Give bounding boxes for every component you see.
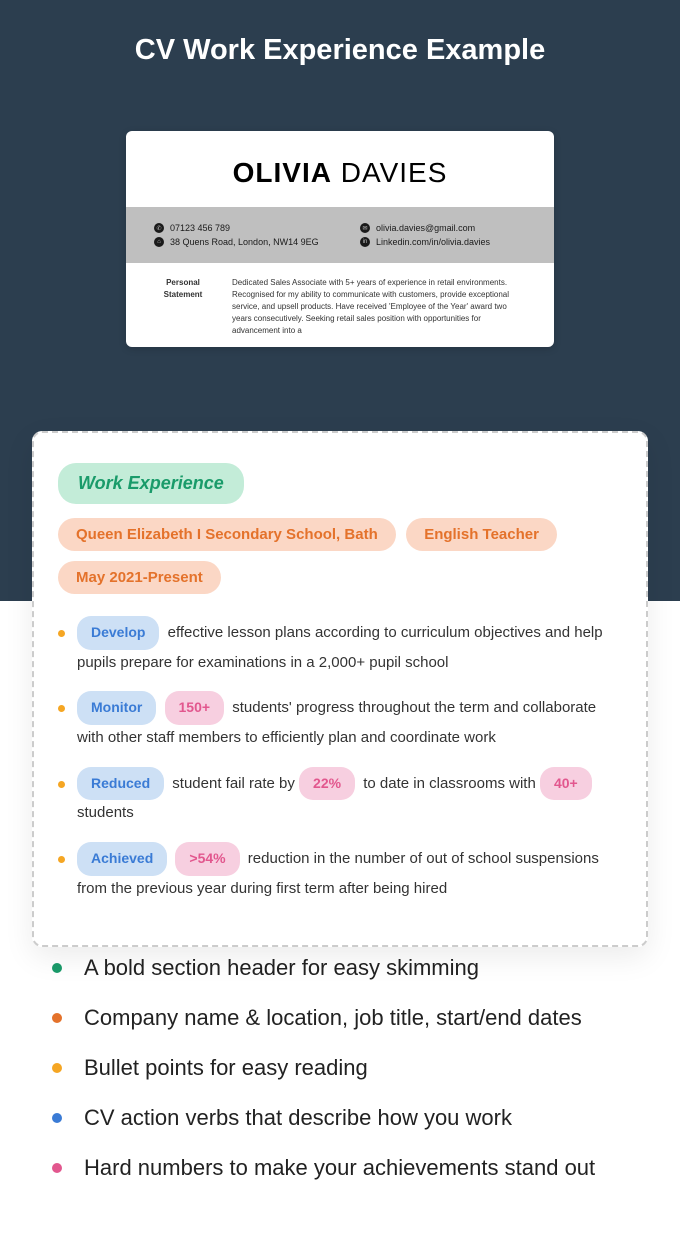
bullet-text: Achieved >54% reduction in the number of… bbox=[77, 842, 622, 901]
bullet-2: Monitor 150+ students' progress througho… bbox=[58, 691, 622, 750]
action-verb-chip: Develop bbox=[77, 616, 159, 650]
legend-dot-icon bbox=[52, 1013, 62, 1023]
legend-item: A bold section header for easy skimming bbox=[52, 955, 628, 981]
legend-text: Company name & location, job title, star… bbox=[84, 1005, 582, 1031]
dates-pill: May 2021-Present bbox=[58, 561, 221, 594]
pill-row-1: Work Experience bbox=[58, 459, 622, 508]
overlay-card: Work Experience Queen Elizabeth I Second… bbox=[32, 431, 648, 947]
legend-item: CV action verbs that describe how you wo… bbox=[52, 1105, 628, 1131]
first-name: OLIVIA bbox=[233, 157, 332, 188]
contact-address: ⌂ 38 Quens Road, London, NW14 9EG bbox=[154, 237, 320, 247]
number-chip: 22% bbox=[299, 767, 355, 801]
bullet-dot-icon bbox=[58, 856, 65, 863]
bullet-text: Monitor 150+ students' progress througho… bbox=[77, 691, 622, 750]
bullets: Develop effective lesson plans according… bbox=[58, 616, 622, 901]
contact-phone: ✆ 07123 456 789 bbox=[154, 223, 320, 233]
legend-dot-icon bbox=[52, 1163, 62, 1173]
email-icon: ✉ bbox=[360, 223, 370, 233]
bullet-3: Reduced student fail rate by 22% to date… bbox=[58, 767, 622, 826]
contact-band: ✆ 07123 456 789 ⌂ 38 Quens Road, London,… bbox=[126, 207, 554, 263]
legend-dot-icon bbox=[52, 963, 62, 973]
bullet-tail: students bbox=[77, 804, 134, 821]
bullet-text: Reduced student fail rate by 22% to date… bbox=[77, 767, 622, 826]
legend-dot-icon bbox=[52, 1113, 62, 1123]
header-band: CV Work Experience Example bbox=[0, 0, 680, 91]
linkedin-icon: in bbox=[360, 237, 370, 247]
linkedin-text: Linkedin.com/in/olivia.davies bbox=[376, 237, 490, 247]
legend-item: Bullet points for easy reading bbox=[52, 1055, 628, 1081]
bullet-mid2: to date in classrooms with bbox=[359, 775, 540, 792]
legend-text: CV action verbs that describe how you wo… bbox=[84, 1105, 512, 1131]
dark-band: OLIVIA DAVIES ✆ 07123 456 789 ⌂ 38 Quens… bbox=[0, 91, 680, 601]
section-header-pill: Work Experience bbox=[58, 463, 244, 504]
bullet-1: Develop effective lesson plans according… bbox=[58, 616, 622, 675]
resume-name: OLIVIA DAVIES bbox=[126, 131, 554, 207]
number-chip: 40+ bbox=[540, 767, 592, 801]
bullet-4: Achieved >54% reduction in the number of… bbox=[58, 842, 622, 901]
contact-email: ✉ olivia.davies@gmail.com bbox=[360, 223, 526, 233]
phone-text: 07123 456 789 bbox=[170, 223, 230, 233]
pill-row-3: May 2021-Present bbox=[58, 557, 622, 598]
number-chip: 150+ bbox=[165, 691, 225, 725]
statement-text: Dedicated Sales Associate with 5+ years … bbox=[232, 277, 526, 337]
legend-item: Hard numbers to make your achievements s… bbox=[52, 1155, 628, 1181]
bullet-mid: student fail rate by bbox=[168, 775, 299, 792]
resume-preview: OLIVIA DAVIES ✆ 07123 456 789 ⌂ 38 Quens… bbox=[126, 131, 554, 347]
bullet-text: Develop effective lesson plans according… bbox=[77, 616, 622, 675]
address-text: 38 Quens Road, London, NW14 9EG bbox=[170, 237, 319, 247]
action-verb-chip: Achieved bbox=[77, 842, 167, 876]
number-chip: >54% bbox=[175, 842, 239, 876]
contact-col-left: ✆ 07123 456 789 ⌂ 38 Quens Road, London,… bbox=[154, 219, 320, 251]
contact-linkedin: in Linkedin.com/in/olivia.davies bbox=[360, 237, 526, 247]
location-icon: ⌂ bbox=[154, 237, 164, 247]
legend-dot-icon bbox=[52, 1063, 62, 1073]
bullet-dot-icon bbox=[58, 705, 65, 712]
company-pill: Queen Elizabeth I Secondary School, Bath bbox=[58, 518, 396, 551]
bullet-dot-icon bbox=[58, 781, 65, 788]
pill-row-2: Queen Elizabeth I Secondary School, Bath… bbox=[58, 514, 622, 555]
job-title-pill: English Teacher bbox=[406, 518, 557, 551]
last-name: DAVIES bbox=[341, 157, 448, 188]
phone-icon: ✆ bbox=[154, 223, 164, 233]
action-verb-chip: Monitor bbox=[77, 691, 156, 725]
legend-text: Bullet points for easy reading bbox=[84, 1055, 368, 1081]
page-title: CV Work Experience Example bbox=[0, 34, 680, 67]
email-text: olivia.davies@gmail.com bbox=[376, 223, 475, 233]
action-verb-chip: Reduced bbox=[77, 767, 164, 801]
bullet-dot-icon bbox=[58, 630, 65, 637]
legend: A bold section header for easy skimming … bbox=[0, 911, 680, 1245]
statement-row: Personal Statement Dedicated Sales Assoc… bbox=[126, 263, 554, 347]
legend-item: Company name & location, job title, star… bbox=[52, 1005, 628, 1031]
statement-label: Personal Statement bbox=[154, 277, 212, 337]
legend-text: A bold section header for easy skimming bbox=[84, 955, 479, 981]
legend-text: Hard numbers to make your achievements s… bbox=[84, 1155, 595, 1181]
contact-col-right: ✉ olivia.davies@gmail.com in Linkedin.co… bbox=[360, 219, 526, 251]
